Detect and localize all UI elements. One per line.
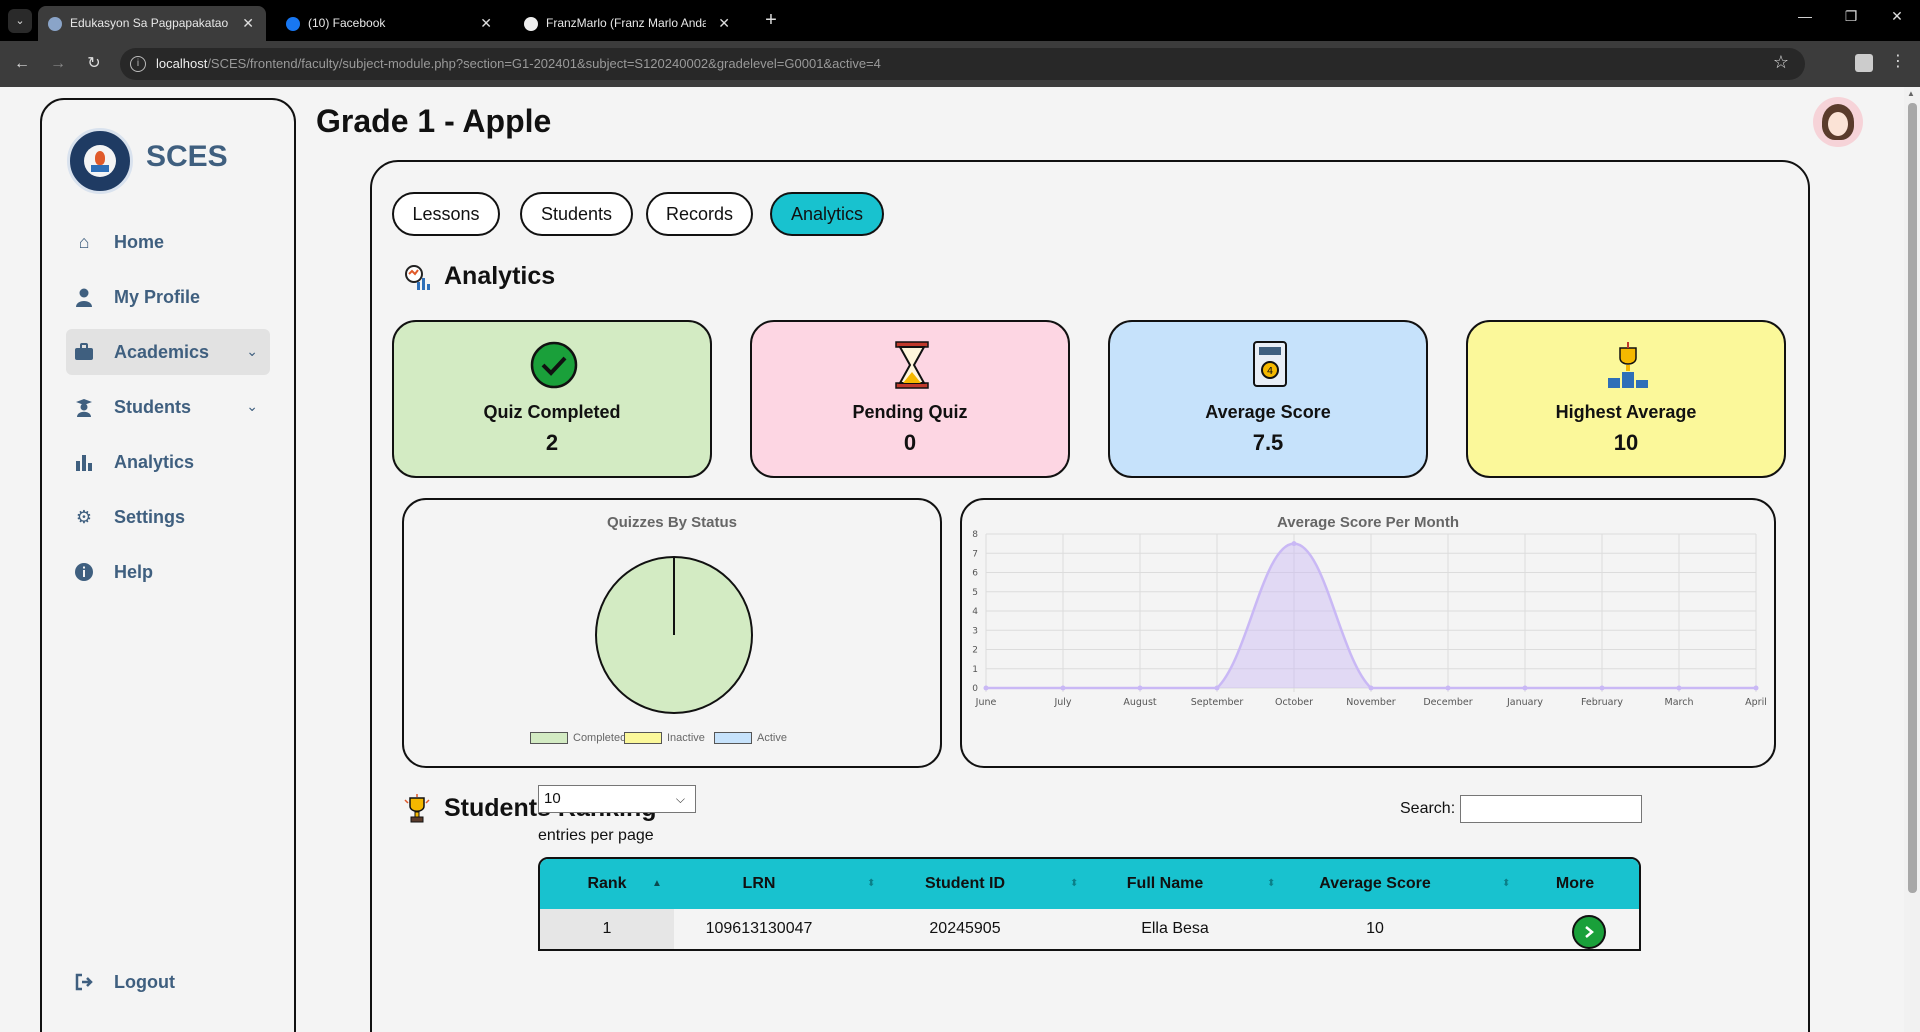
new-tab-icon[interactable]: + bbox=[757, 7, 785, 35]
entries-per-page-select[interactable]: 10 ⌵ bbox=[538, 785, 696, 813]
sidebar-item-label: Help bbox=[114, 562, 154, 582]
sidebar-item-home[interactable]: ⌂ Home bbox=[66, 219, 270, 265]
sces-favicon-icon bbox=[48, 17, 62, 31]
sidebar-item-academics[interactable]: Academics ⌄ bbox=[66, 329, 270, 375]
sidebar-item-label: Analytics bbox=[114, 452, 195, 472]
close-window-icon[interactable]: ✕ bbox=[1877, 8, 1917, 25]
cell-lrn: 109613130047 bbox=[705, 920, 813, 937]
search-label: Search: bbox=[1400, 800, 1456, 817]
facebook-favicon-icon bbox=[286, 17, 300, 31]
page-scrollbar[interactable]: ▲ bbox=[1904, 87, 1920, 1032]
sidebar-item-my-profile[interactable]: My Profile bbox=[66, 274, 270, 320]
sces-logo bbox=[67, 128, 133, 194]
user-icon bbox=[74, 287, 94, 307]
url-text: localhost/SCES/frontend/faculty/subject-… bbox=[156, 56, 881, 71]
cell-full-name: Ella Besa bbox=[1141, 920, 1209, 937]
sidebar-item-analytics[interactable]: Analytics bbox=[66, 439, 270, 485]
bookmark-star-icon[interactable]: ☆ bbox=[1773, 52, 1789, 73]
browser-tab-github[interactable]: FranzMarlo (Franz Marlo Andal) ✕ bbox=[514, 6, 742, 41]
brand-name: SCES bbox=[146, 140, 228, 173]
column-header-student-id[interactable]: Student ID bbox=[880, 859, 1050, 909]
sidebar: SCES ⌂ Home My Profile Academics ⌄ Stude… bbox=[40, 98, 296, 1032]
restore-icon[interactable]: ❐ bbox=[1831, 8, 1871, 25]
avatar[interactable] bbox=[1813, 97, 1863, 147]
gear-icon: ⚙ bbox=[75, 507, 93, 527]
back-icon[interactable]: ← bbox=[10, 52, 34, 76]
more-details-button[interactable] bbox=[1572, 915, 1606, 949]
close-tab-icon[interactable]: ✕ bbox=[718, 6, 730, 41]
students-ranking-table: Rank ▲ LRN ⬍ Student ID ⬍ Full Name ⬍ Av… bbox=[538, 857, 1641, 951]
page-title: Grade 1 - Apple bbox=[316, 103, 552, 139]
reload-icon[interactable]: ↻ bbox=[82, 52, 106, 76]
sidebar-item-help[interactable]: Help bbox=[66, 549, 270, 595]
search-input[interactable] bbox=[1460, 795, 1642, 823]
scroll-up-icon[interactable]: ▲ bbox=[1907, 89, 1915, 98]
forward-icon[interactable]: → bbox=[46, 52, 70, 76]
minimize-icon[interactable]: — bbox=[1785, 8, 1825, 24]
sort-icon[interactable]: ⬍ bbox=[1267, 859, 1275, 909]
sidebar-item-label: My Profile bbox=[114, 287, 201, 307]
entries-per-page-label: entries per page bbox=[538, 827, 654, 844]
browser-tab-active[interactable]: Edukasyon Sa Pagpapakatao | S ✕ bbox=[38, 6, 266, 41]
close-tab-icon[interactable]: ✕ bbox=[242, 6, 254, 41]
sort-icon[interactable]: ⬍ bbox=[867, 859, 875, 909]
ranking-controls: 10 ⌵ entries per page Search: Rank ▲ LRN… bbox=[370, 160, 1810, 1032]
sort-icon[interactable]: ⬍ bbox=[1070, 859, 1078, 909]
sidebar-item-label: Academics bbox=[114, 342, 210, 362]
logout-icon bbox=[74, 972, 94, 992]
sidebar-item-students[interactable]: Students ⌄ bbox=[66, 384, 270, 430]
cell-student-id: 20245905 bbox=[929, 920, 1001, 937]
table-header: Rank ▲ LRN ⬍ Student ID ⬍ Full Name ⬍ Av… bbox=[540, 859, 1639, 909]
student-icon bbox=[74, 397, 94, 417]
chevron-down-icon[interactable]: ⌄ bbox=[246, 398, 258, 415]
home-icon: ⌂ bbox=[78, 232, 90, 252]
column-header-full-name[interactable]: Full Name bbox=[1080, 859, 1250, 909]
page: SCES ⌂ Home My Profile Academics ⌄ Stude… bbox=[0, 87, 1904, 1032]
tab-title: FranzMarlo (Franz Marlo Andal) bbox=[546, 16, 706, 30]
browser-address-bar: ← → ↻ i localhost/SCES/frontend/faculty/… bbox=[0, 41, 1920, 87]
info-icon bbox=[74, 562, 94, 582]
chevron-right-icon bbox=[1585, 926, 1594, 938]
briefcase-icon bbox=[74, 342, 94, 362]
logout-label: Logout bbox=[114, 972, 175, 992]
table-row: 1 109613130047 20245905 Ella Besa 10 bbox=[540, 909, 1639, 949]
sidebar-item-label: Students bbox=[114, 397, 192, 417]
sidebar-item-label: Home bbox=[114, 232, 165, 252]
bar-chart-icon bbox=[74, 452, 94, 472]
sort-asc-icon[interactable]: ▲ bbox=[652, 859, 662, 909]
cell-average-score: 10 bbox=[1366, 920, 1384, 937]
column-header-average-score[interactable]: Average Score bbox=[1280, 859, 1470, 909]
github-favicon-icon bbox=[524, 17, 538, 31]
tab-title: (10) Facebook bbox=[308, 16, 386, 30]
cell-rank: 1 bbox=[540, 909, 674, 949]
chevron-down-icon: ⌵ bbox=[675, 792, 685, 806]
sidebar-item-label: Settings bbox=[114, 507, 186, 527]
browser-tab-facebook[interactable]: (10) Facebook ✕ bbox=[276, 6, 504, 41]
sidebar-item-settings[interactable]: ⚙ Settings bbox=[66, 494, 270, 540]
url-input[interactable]: i localhost/SCES/frontend/faculty/subjec… bbox=[120, 48, 1805, 80]
logout-button[interactable]: Logout bbox=[66, 959, 270, 1005]
tab-search-dropdown-icon[interactable]: ⌄ bbox=[8, 9, 32, 33]
site-info-icon[interactable]: i bbox=[130, 56, 146, 72]
extension-icon[interactable] bbox=[1855, 54, 1873, 72]
close-tab-icon[interactable]: ✕ bbox=[480, 6, 492, 41]
browser-tab-bar: ⌄ Edukasyon Sa Pagpapakatao | S ✕ (10) F… bbox=[0, 0, 1920, 41]
browser-menu-icon[interactable]: ⋮ bbox=[1890, 51, 1906, 71]
column-header-more: More bbox=[1555, 875, 1595, 892]
tab-title: Edukasyon Sa Pagpapakatao | S bbox=[70, 16, 230, 30]
column-header-lrn[interactable]: LRN bbox=[674, 859, 844, 909]
chevron-down-icon[interactable]: ⌄ bbox=[246, 343, 258, 360]
sort-icon[interactable]: ⬍ bbox=[1502, 859, 1510, 909]
scrollbar-thumb[interactable] bbox=[1908, 103, 1917, 893]
